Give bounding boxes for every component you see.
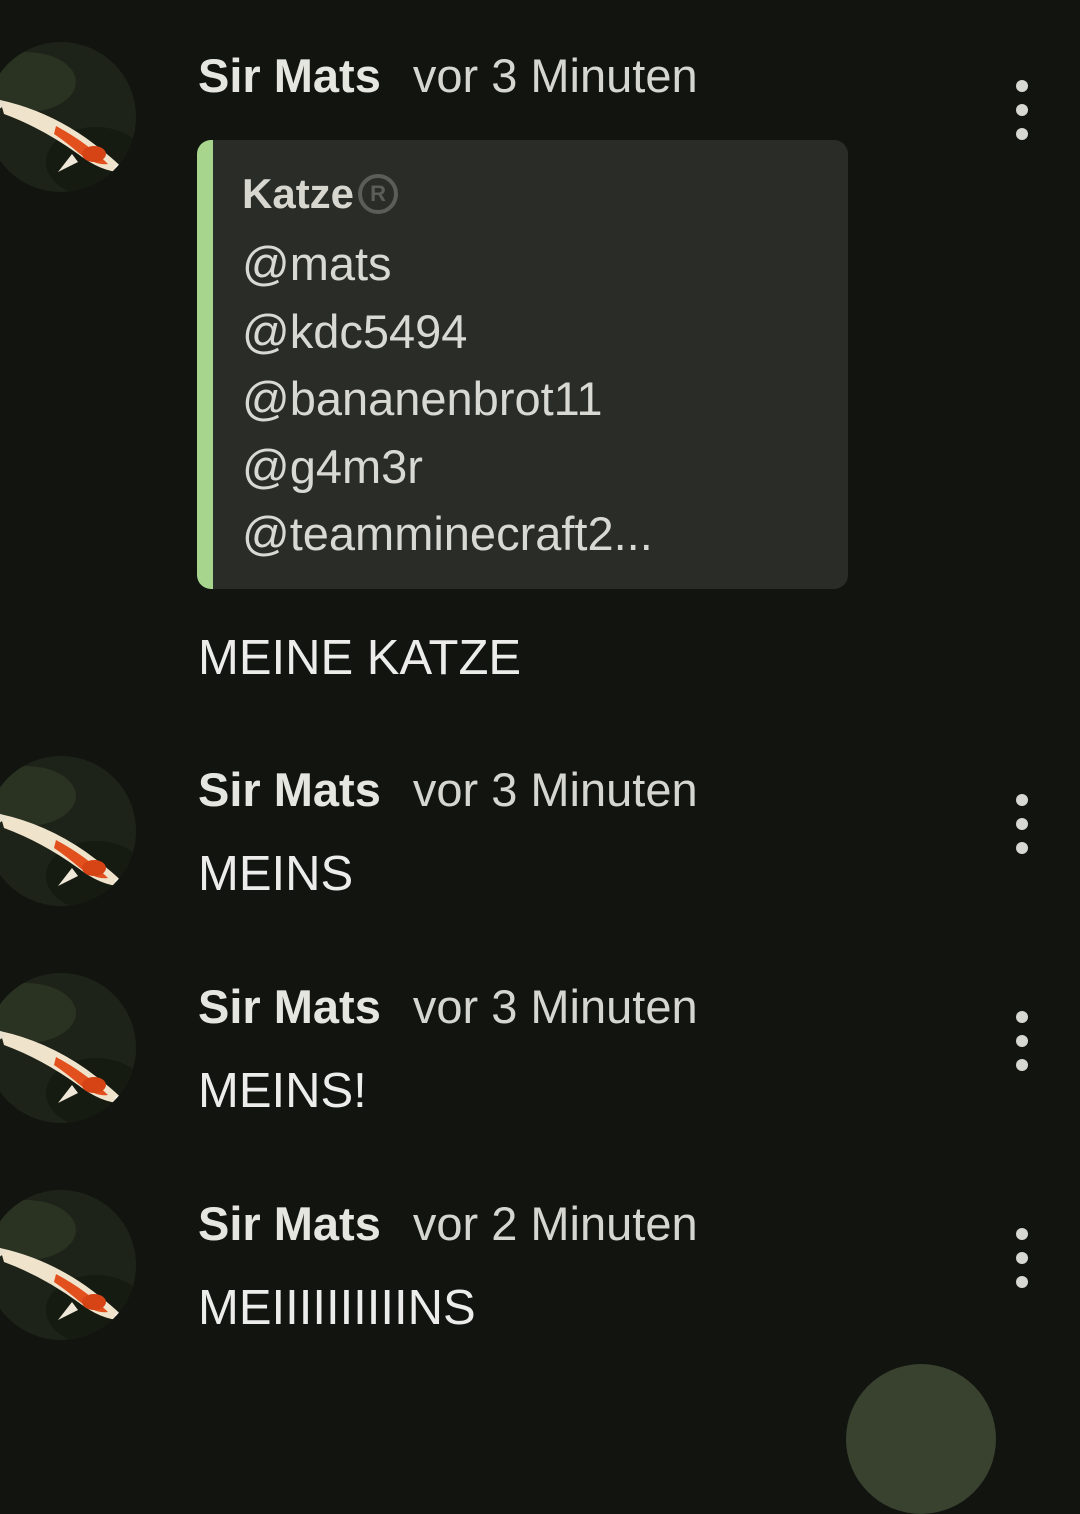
message-header: Sir Mats vor 3 Minuten [198,48,698,108]
message-header: Sir Mats vor 3 Minuten [198,762,698,822]
message-text: MEINE KATZE [198,631,522,685]
more-vertical-icon [1016,1011,1028,1023]
avatar[interactable] [0,1190,136,1340]
more-options-button[interactable] [1002,1228,1042,1288]
quote-line: @g4m3r [242,440,423,493]
timestamp: vor 2 Minuten [412,1197,698,1250]
more-vertical-icon [1016,1228,1028,1240]
timestamp: vor 3 Minuten [412,49,698,102]
more-options-button[interactable] [1002,80,1042,140]
chat-message: Sir Mats vor 2 Minuten MEIIIIIIIIIINS [0,1190,1080,1350]
chat-message: Sir Mats vor 3 Minuten MEINS [0,756,1080,916]
registered-icon: R [358,174,399,214]
more-options-button[interactable] [1002,1011,1042,1071]
timestamp: vor 3 Minuten [412,980,698,1033]
author-name[interactable]: Sir Mats [198,979,381,1034]
floating-action-button[interactable] [846,1364,996,1514]
quote-accent-bar [197,140,213,589]
more-vertical-icon [1016,794,1028,806]
message-header: Sir Mats vor 3 Minuten [198,979,698,1039]
avatar[interactable] [0,973,136,1123]
quote-line: @mats [242,237,392,290]
message-text: MEINS [198,847,354,901]
chat-message: Sir Mats vor 3 Minuten Katze R @mats @kd… [0,42,1080,692]
timestamp: vor 3 Minuten [412,763,698,816]
author-name[interactable]: Sir Mats [198,48,381,103]
message-text: MEINS! [198,1064,367,1118]
quote-line: @teamminecraft2... [242,507,653,560]
quote-line: @kdc5494 [242,305,468,358]
quoted-message[interactable]: Katze R @mats @kdc5494 @bananenbrot11 @g… [197,140,848,589]
author-name[interactable]: Sir Mats [198,1196,381,1251]
avatar[interactable] [0,756,136,906]
message-header: Sir Mats vor 2 Minuten [198,1196,698,1256]
quote-author-name: Katze [242,170,355,217]
more-vertical-icon [1016,80,1028,92]
author-name[interactable]: Sir Mats [198,762,381,817]
chat-message: Sir Mats vor 3 Minuten MEINS! [0,973,1080,1133]
quote-author: Katze R [242,170,399,218]
more-options-button[interactable] [1002,794,1042,854]
quote-line: @bananenbrot11 [242,372,603,425]
avatar[interactable] [0,42,136,192]
message-text: MEIIIIIIIIIINS [198,1281,476,1335]
